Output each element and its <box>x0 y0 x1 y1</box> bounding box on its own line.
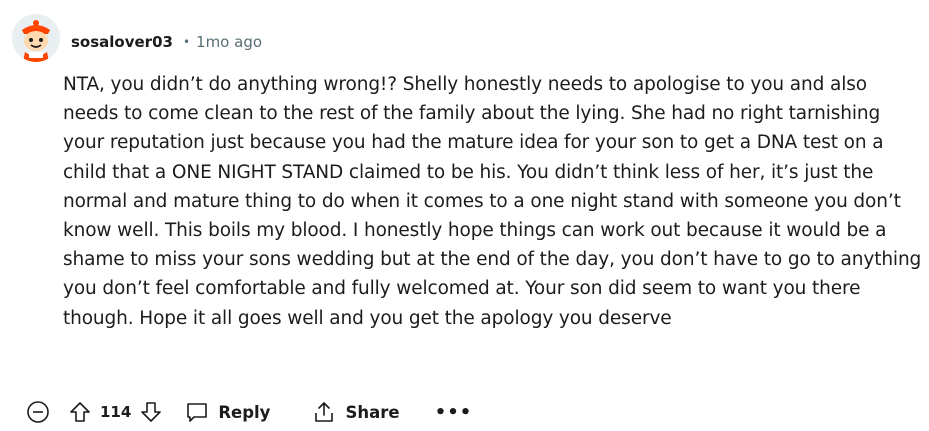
comment-action-bar: 114 Reply Share ••• <box>22 395 472 429</box>
comment-body: NTA, you didn’t do anything wrong!? Shel… <box>63 74 922 329</box>
reply-label: Reply <box>218 402 271 422</box>
vote-score: 114 <box>100 403 132 421</box>
upvote-button[interactable] <box>64 396 96 428</box>
username-link[interactable]: sosalover03 <box>71 33 173 51</box>
downvote-arrow-icon <box>141 402 162 422</box>
speech-bubble-icon <box>187 403 208 422</box>
collapse-button[interactable] <box>22 396 54 428</box>
more-options-button[interactable]: ••• <box>435 396 472 428</box>
timestamp[interactable]: 1mo ago <box>196 33 262 51</box>
share-label: Share <box>345 402 400 422</box>
share-button[interactable]: Share <box>312 396 400 428</box>
collapse-minus-icon <box>27 401 49 423</box>
avatar[interactable] <box>12 14 60 62</box>
comment: sosalover03 • 1mo ago NTA, you didn’t do… <box>0 0 929 431</box>
reply-button[interactable]: Reply <box>185 396 270 428</box>
upvote-arrow-icon <box>70 402 90 422</box>
meta-separator: • <box>182 35 191 49</box>
share-icon <box>315 402 334 422</box>
avatar-snoo-icon <box>12 14 60 62</box>
downvote-button[interactable] <box>135 396 167 428</box>
comment-header: sosalover03 • 1mo ago <box>71 30 262 54</box>
